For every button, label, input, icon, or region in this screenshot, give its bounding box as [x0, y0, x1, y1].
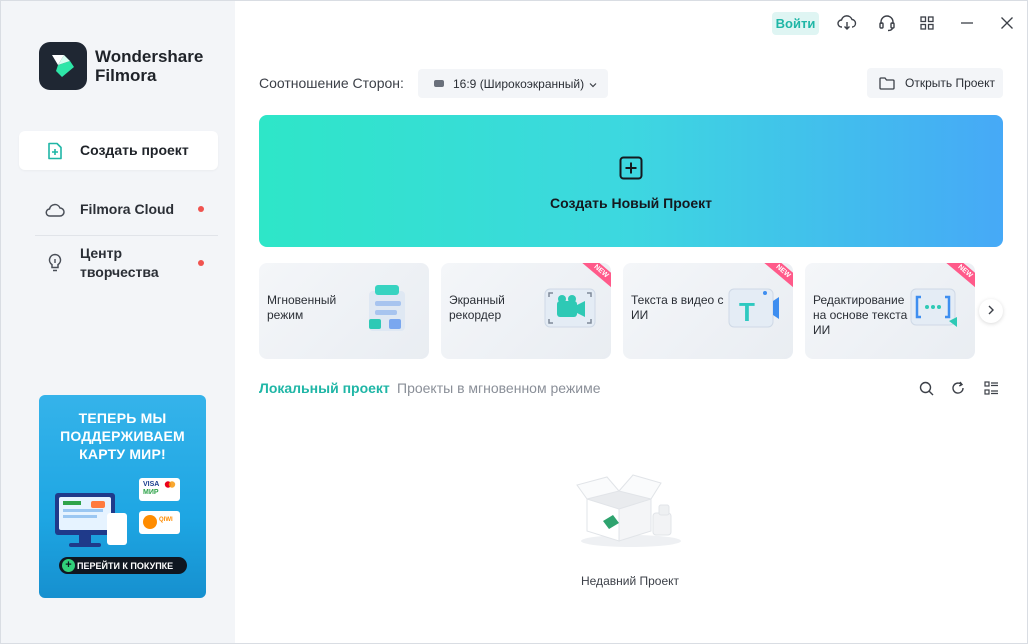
banner-cta-label: ПЕРЕЙТИ К ПОКУПКЕ: [77, 560, 174, 571]
feature-title: Мгновенный режим: [267, 293, 337, 322]
banner-headline: ТЕПЕРЬ МЫ ПОДДЕРЖИВАЕМ КАРТУ МИР!: [39, 409, 206, 463]
plus-square-icon: [619, 156, 643, 185]
qiwi-card-icon: QIWI: [139, 511, 180, 534]
scroll-right-button[interactable]: [979, 299, 1003, 323]
grid-icon[interactable]: [917, 13, 937, 33]
sidebar-item-label: Центр творчества: [80, 245, 159, 280]
app-name: Wondershare Filmora: [95, 47, 203, 85]
empty-state-label: Недавний Проект: [580, 574, 680, 588]
notification-dot: [198, 260, 204, 266]
lightbulb-icon: [45, 253, 65, 273]
open-project-button[interactable]: Открыть Проект: [867, 68, 1003, 98]
screen-recorder-icon: [541, 279, 599, 342]
app-name-line1: Wondershare: [95, 47, 204, 66]
monitor-illustration-icon: [51, 491, 135, 558]
sidebar-divider: [35, 235, 218, 236]
empty-box-icon: [573, 469, 689, 554]
text-to-video-icon: T: [723, 279, 781, 342]
create-new-project-label: Создать Новый Проект: [550, 195, 712, 211]
svg-text:T: T: [739, 297, 755, 327]
cloud-icon: [45, 200, 65, 220]
login-button[interactable]: Войти: [772, 12, 819, 35]
visa-mir-card-icon: VISA МИР: [139, 478, 180, 501]
sidebar-item-filmora-cloud[interactable]: Filmora Cloud: [19, 190, 218, 229]
minimize-icon[interactable]: [957, 13, 977, 33]
feature-card-ai-text-to-video[interactable]: Текста в видео с ИИ T NEW: [623, 263, 793, 359]
sidebar-item-create-project[interactable]: Создать проект: [19, 131, 218, 170]
headset-icon[interactable]: [877, 13, 897, 33]
close-icon[interactable]: [997, 13, 1017, 33]
search-icon[interactable]: [917, 379, 935, 397]
feature-title: Экранный рекордер: [449, 293, 505, 322]
sidebar-item-creative-center[interactable]: Центр творчества: [19, 244, 218, 282]
feature-card-ai-text-editing[interactable]: Редактирование на основе текста ИИ NEW: [805, 263, 975, 359]
open-project-label: Открыть Проект: [905, 76, 995, 90]
sidebar-item-label: Filmora Cloud: [80, 201, 175, 217]
filmora-logo-icon: [39, 42, 87, 90]
aspect-ratio-label: Соотношение Сторон:: [259, 75, 404, 91]
folder-icon: [879, 76, 895, 90]
text-editing-icon: [905, 279, 963, 342]
refresh-icon[interactable]: [949, 379, 967, 397]
card-label: QIWI: [159, 517, 173, 523]
tab-instant-mode-projects[interactable]: Проекты в мгновенном режиме: [397, 380, 601, 396]
app-window: Wondershare Filmora Создать проект Filmo…: [0, 0, 1028, 644]
list-view-icon[interactable]: [982, 379, 1000, 397]
aspect-ratio-value: 16:9 (Широкоэкранный): [453, 76, 585, 91]
aspect-ratio-icon: [434, 80, 444, 87]
sidebar: Wondershare Filmora Создать проект Filmo…: [1, 1, 235, 643]
feature-card-screen-recorder[interactable]: Экранный рекордер NEW: [441, 263, 611, 359]
chevron-down-icon: [589, 77, 597, 91]
app-logo: Wondershare Filmora: [39, 42, 203, 90]
sidebar-item-label: Создать проект: [80, 142, 189, 158]
new-project-icon: [45, 141, 65, 161]
instant-mode-icon: [359, 279, 417, 342]
create-new-project-button[interactable]: Создать Новый Проект: [259, 115, 1003, 247]
feature-title: Текста в видео с ИИ: [631, 293, 724, 322]
feature-card-instant-mode[interactable]: Мгновенный режим: [259, 263, 429, 359]
promo-banner[interactable]: ТЕПЕРЬ МЫ ПОДДЕРЖИВАЕМ КАРТУ МИР! VISA М…: [39, 395, 206, 598]
notification-dot: [198, 206, 204, 212]
cloud-download-icon[interactable]: [837, 13, 857, 33]
chevron-right-icon: [987, 302, 995, 320]
tab-local-projects[interactable]: Локальный проект: [259, 380, 390, 396]
card-label: МИР: [143, 489, 159, 496]
feature-title: Редактирование на основе текста ИИ: [813, 293, 908, 337]
banner-line: ТЕПЕРЬ МЫ: [78, 410, 167, 426]
banner-cta-button[interactable]: + ПЕРЕЙТИ К ПОКУПКЕ: [59, 557, 187, 574]
aspect-ratio-dropdown[interactable]: 16:9 (Широкоэкранный): [418, 69, 608, 98]
plus-icon: +: [62, 559, 75, 572]
banner-line: ПОДДЕРЖИВАЕМ: [60, 428, 185, 444]
banner-line: КАРТУ МИР!: [79, 446, 166, 462]
app-name-line2: Filmora: [95, 66, 157, 85]
